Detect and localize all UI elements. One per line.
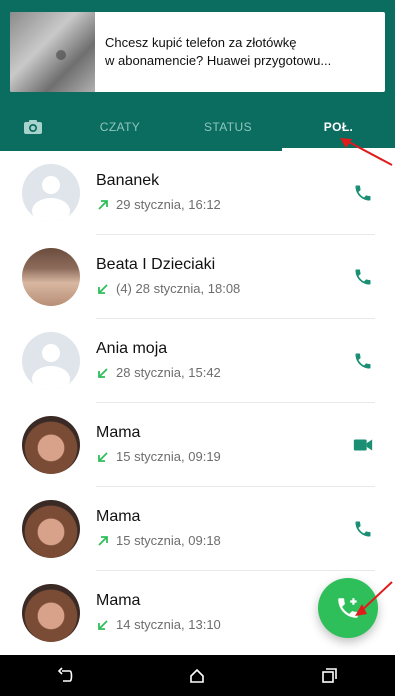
tab-status[interactable]: STATUS: [174, 103, 282, 151]
avatar[interactable]: [22, 164, 80, 222]
whatsapp-app: Chcesz kupić telefon za złotówkę w abona…: [0, 0, 395, 696]
avatar[interactable]: [22, 332, 80, 390]
call-row[interactable]: Bananek 29 stycznia, 16:12: [0, 151, 395, 235]
tab-chats[interactable]: CZATY: [66, 103, 174, 151]
call-meta: 29 stycznia, 16:12: [96, 197, 221, 212]
voice-call-button[interactable]: [349, 263, 377, 291]
call-detail: 28 stycznia, 15:42: [116, 365, 221, 380]
outgoing-arrow-icon: [98, 199, 108, 210]
call-detail: 15 stycznia, 09:19: [116, 449, 221, 464]
voice-call-button[interactable]: [349, 515, 377, 543]
call-detail: 29 stycznia, 16:12: [116, 197, 221, 212]
contact-name: Bananek: [96, 172, 160, 189]
phone-icon: [355, 185, 371, 201]
add-call-icon: [338, 598, 358, 618]
contact-name: Mama: [96, 508, 141, 525]
phone-icon: [355, 353, 371, 369]
ad-card[interactable]: Chcesz kupić telefon za złotówkę w abona…: [10, 12, 385, 92]
call-row[interactable]: Mama 15 stycznia, 09:19: [0, 403, 395, 487]
call-detail: (4) 28 stycznia, 18:08: [116, 281, 241, 296]
video-call-button[interactable]: [349, 431, 377, 459]
android-nav-bar: [0, 655, 395, 696]
avatar[interactable]: [22, 416, 80, 474]
home-icon: [190, 668, 205, 683]
avatar[interactable]: [22, 248, 80, 306]
incoming-arrow-icon: [98, 451, 108, 462]
contact-name: Ania moja: [96, 340, 168, 357]
call-meta: 15 stycznia, 09:19: [96, 449, 221, 464]
incoming-arrow-icon: [98, 283, 108, 294]
avatar[interactable]: [22, 500, 80, 558]
top-banner: Chcesz kupić telefon za złotówkę w abona…: [0, 0, 395, 103]
outgoing-arrow-icon: [98, 535, 108, 546]
call-row[interactable]: Beata I Dzieciaki (4) 28 stycznia, 18:08: [0, 235, 395, 319]
call-detail: 15 stycznia, 09:18: [116, 533, 221, 548]
call-detail: 14 stycznia, 13:10: [116, 617, 221, 632]
phone-icon: [355, 269, 371, 285]
back-icon: [57, 666, 73, 682]
call-row[interactable]: Ania moja 28 stycznia, 15:42: [0, 319, 395, 403]
voice-call-button[interactable]: [349, 347, 377, 375]
phone-icon: [355, 521, 371, 537]
tab-calls[interactable]: POŁ.: [282, 103, 395, 151]
nav-home-button[interactable]: [175, 655, 219, 696]
video-camera-icon: [353, 439, 373, 451]
incoming-arrow-icon: [98, 367, 108, 378]
tab-status-label: STATUS: [204, 120, 252, 134]
ad-line-1: Chcesz kupić telefon za złotówkę: [105, 35, 297, 50]
contact-name: Mama: [96, 424, 141, 441]
call-meta: 15 stycznia, 09:18: [96, 533, 221, 548]
recents-icon: [322, 667, 337, 683]
camera-icon: [24, 120, 42, 134]
avatar[interactable]: [22, 584, 80, 642]
call-meta: 14 stycznia, 13:10: [96, 617, 221, 632]
contact-name: Beata I Dzieciaki: [96, 256, 216, 273]
tab-camera[interactable]: [0, 103, 66, 151]
voice-call-button[interactable]: [349, 179, 377, 207]
call-meta: 28 stycznia, 15:42: [96, 365, 221, 380]
ad-line-2: w abonamencie? Huawei przygotowu...: [105, 53, 332, 68]
ad-text: Chcesz kupić telefon za złotówkę w abona…: [95, 34, 385, 70]
call-row[interactable]: Mama 15 stycznia, 09:18: [0, 487, 395, 571]
nav-back-button[interactable]: [44, 655, 88, 696]
incoming-arrow-icon: [98, 619, 108, 630]
nav-recents-button[interactable]: [307, 655, 351, 696]
tab-bar: CZATY STATUS POŁ.: [0, 103, 395, 151]
contact-name: Mama: [96, 592, 141, 609]
call-meta: (4) 28 stycznia, 18:08: [96, 281, 240, 296]
new-call-fab[interactable]: [318, 578, 378, 638]
ad-thumbnail: [10, 12, 95, 92]
tab-calls-label: POŁ.: [323, 120, 354, 134]
tab-chats-label: CZATY: [99, 120, 141, 134]
